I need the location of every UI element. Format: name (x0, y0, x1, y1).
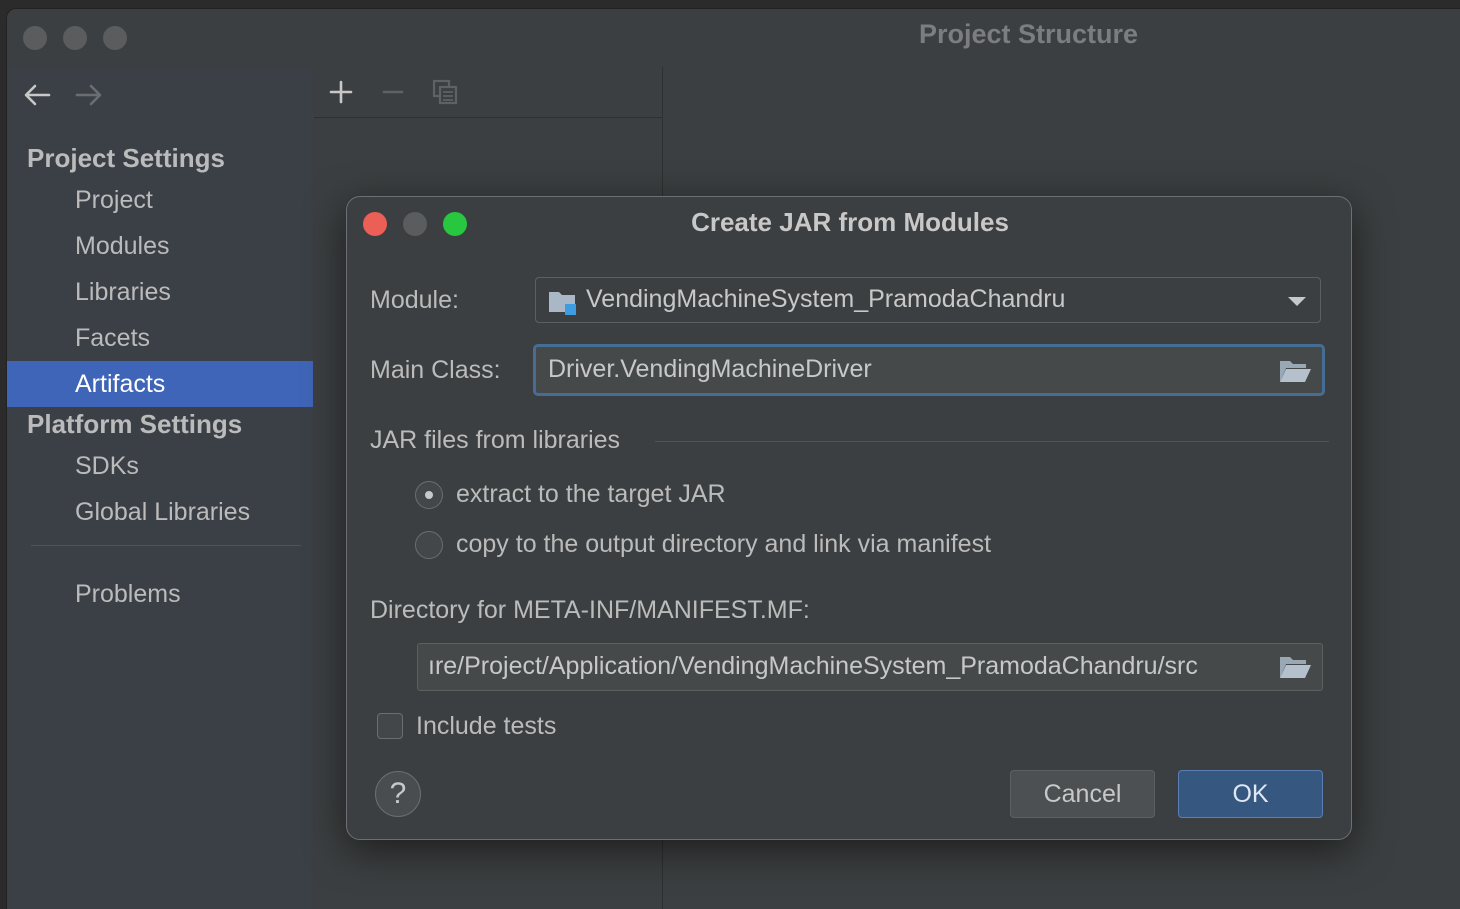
sidebar-item-facets[interactable]: Facets (7, 315, 313, 361)
radio-copy-label[interactable]: copy to the output directory and link vi… (456, 530, 991, 559)
copy-icon[interactable] (430, 77, 460, 107)
chevron-down-icon (1288, 297, 1306, 306)
sidebar-item-project[interactable]: Project (7, 177, 313, 223)
window-zoom-button[interactable] (103, 26, 127, 50)
radio-extract[interactable] (415, 481, 443, 509)
artifacts-toolbar (314, 67, 662, 118)
help-button[interactable]: ? (375, 771, 421, 817)
include-tests-checkbox[interactable] (377, 713, 403, 739)
module-value: VendingMachineSystem_PramodaChandru (586, 285, 1066, 313)
sidebar-item-problems[interactable]: Problems (7, 571, 313, 617)
sidebar-item-modules[interactable]: Modules (7, 223, 313, 269)
main-class-field[interactable]: Driver.VendingMachineDriver (533, 344, 1325, 396)
ok-button[interactable]: OK (1178, 770, 1323, 818)
radio-extract-label[interactable]: extract to the target JAR (456, 480, 726, 509)
manifest-dir-field[interactable]: ıre/Project/Application/VendingMachineSy… (417, 643, 1323, 691)
window-close-button[interactable] (23, 26, 47, 50)
radio-copy[interactable] (415, 531, 443, 559)
sidebar-divider (31, 545, 301, 546)
dialog-title: Create JAR from Modules (691, 207, 1009, 237)
manifest-dir-label: Directory for META-INF/MANIFEST.MF: (370, 596, 810, 624)
browse-folder-icon[interactable] (1278, 653, 1312, 681)
include-tests-label[interactable]: Include tests (416, 712, 556, 741)
radio-selected-dot (425, 491, 433, 499)
window-minimize-button[interactable] (63, 26, 87, 50)
jar-files-separator (655, 441, 1329, 442)
window-title: Project Structure (919, 19, 1139, 49)
back-arrow-icon[interactable] (21, 81, 53, 109)
main-class-label: Main Class: (370, 356, 501, 384)
sidebar-item-sdks[interactable]: SDKs (7, 443, 313, 489)
add-icon[interactable] (326, 77, 356, 107)
platform-settings-header: Platform Settings (27, 409, 243, 439)
sidebar-item-libraries[interactable]: Libraries (7, 269, 313, 315)
remove-icon[interactable] (378, 77, 408, 107)
forward-arrow-icon[interactable] (73, 81, 105, 109)
cancel-button[interactable]: Cancel (1010, 770, 1155, 818)
sidebar-item-global-libraries[interactable]: Global Libraries (7, 489, 313, 535)
module-label: Module: (370, 286, 459, 314)
main-class-value: Driver.VendingMachineDriver (548, 355, 872, 383)
module-dropdown[interactable]: VendingMachineSystem_PramodaChandru (535, 277, 1321, 323)
sidebar-item-artifacts[interactable]: Artifacts (7, 361, 313, 407)
browse-folder-icon[interactable] (1278, 357, 1312, 385)
module-folder-icon (548, 288, 578, 321)
jar-files-header: JAR files from libraries (370, 426, 621, 454)
manifest-dir-value: ıre/Project/Application/VendingMachineSy… (428, 652, 1198, 680)
create-jar-dialog: Create JAR from Modules Module: VendingM… (346, 196, 1352, 840)
sidebar: Project Settings Project Modules Librari… (7, 67, 313, 909)
project-settings-header: Project Settings (27, 143, 225, 173)
